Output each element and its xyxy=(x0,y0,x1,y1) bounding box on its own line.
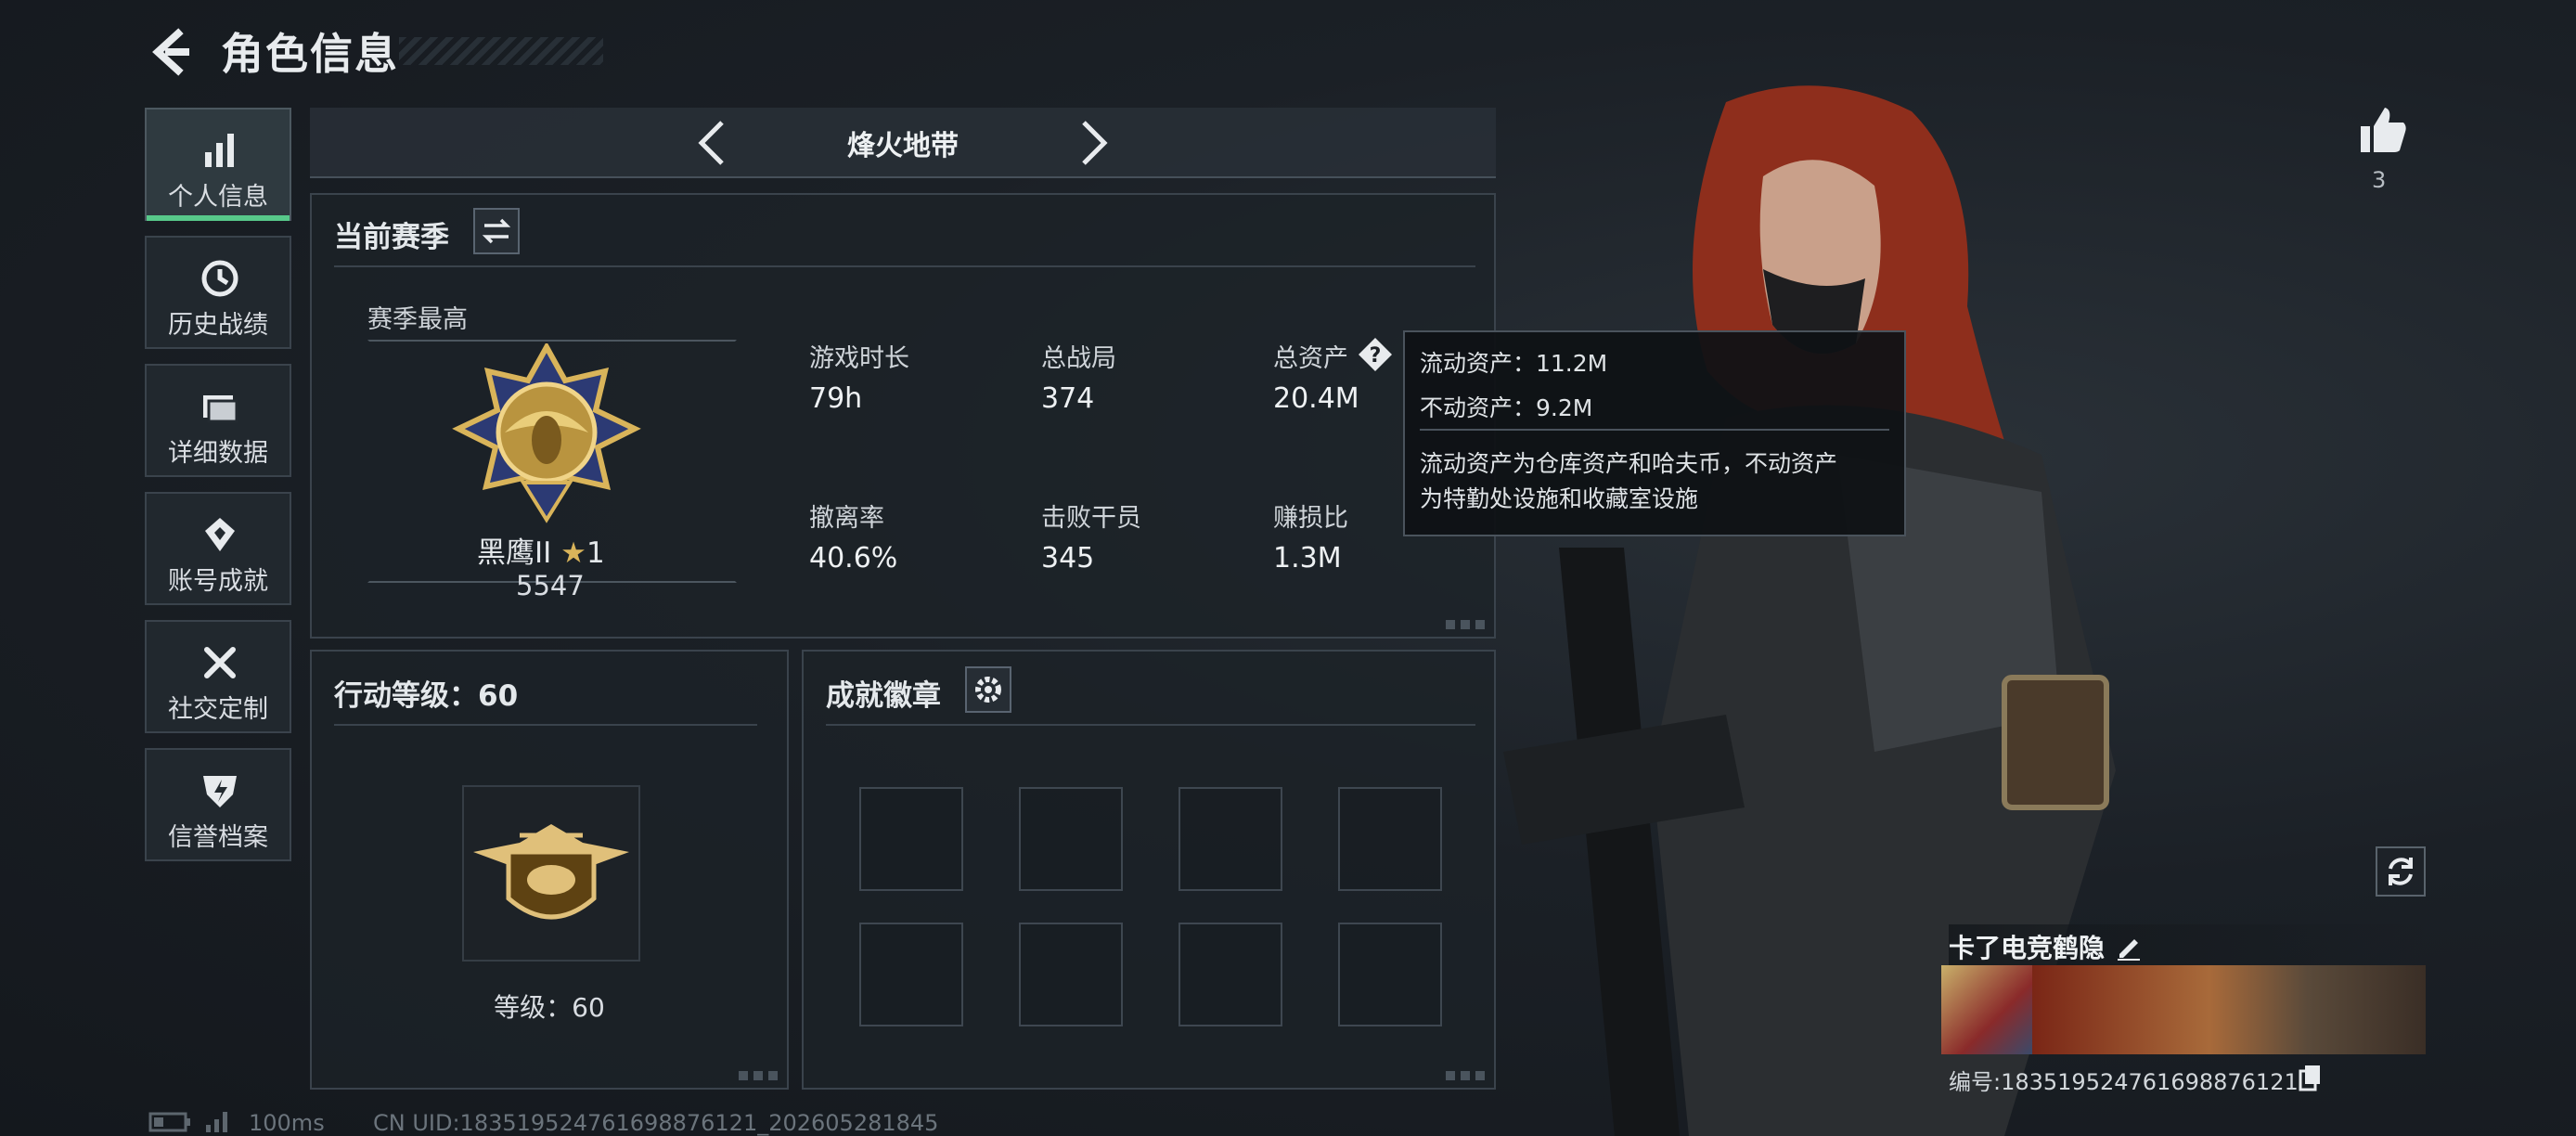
divider xyxy=(826,724,1475,726)
uid-text: CN UID:18351952476169887612​1_2026052818… xyxy=(373,1110,939,1136)
player-avatar[interactable] xyxy=(1941,965,2032,1054)
assets-tooltip: 流动资产：11.2M 不动资产：9.2M 流动资产为仓库资产和哈夫币，不动资产 … xyxy=(1403,330,1906,536)
folder-icon xyxy=(203,395,238,423)
like-count: 3 xyxy=(2372,167,2387,193)
sidebar-item-social[interactable]: 社交定制 xyxy=(145,620,291,733)
action-level-title: 行动等级：60 xyxy=(334,679,519,713)
tooltip-desc-2: 为特勤处设施和收藏室设施 xyxy=(1420,485,1699,512)
achievement-icon xyxy=(205,518,235,551)
badges-settings-button[interactable] xyxy=(965,666,1011,713)
stat-profit-label: 赚损比 xyxy=(1273,504,1348,533)
stat-playtime-value: 79h xyxy=(809,382,863,415)
star-icon: ★ xyxy=(560,536,586,570)
chevron-right-icon[interactable] xyxy=(1076,119,1114,167)
credit-shield-icon xyxy=(203,776,237,807)
badge-slot[interactable] xyxy=(1019,923,1123,1026)
mode-label: 烽火地带 xyxy=(847,130,959,162)
refresh-icon xyxy=(2389,858,2413,885)
tooltip-desc-1: 流动资产为仓库资产和哈夫币，不动资产 xyxy=(1420,450,1838,477)
stat-playtime-label: 游戏时长 xyxy=(809,344,909,373)
season-best-label: 赛季最高 xyxy=(367,305,468,334)
rank-name-text: 黑鹰II xyxy=(477,536,552,570)
svg-text:?: ? xyxy=(1370,344,1382,368)
divider xyxy=(334,265,1475,267)
stat-profit-value: 1.3M xyxy=(1273,542,1342,574)
sidebar-item-history[interactable]: 历史战绩 xyxy=(145,236,291,349)
badge-slot[interactable] xyxy=(1338,787,1442,891)
sidebar-item-details[interactable]: 详细数据 xyxy=(145,364,291,477)
rank-name: 黑鹰II ★1 xyxy=(477,529,605,571)
mode-selector: 烽火地带 xyxy=(310,108,1496,178)
player-banner xyxy=(2032,965,2426,1054)
sidebar-item-personal-info[interactable]: 个人信息 xyxy=(145,108,291,221)
back-arrow-icon[interactable] xyxy=(147,28,195,76)
rank-score: 5547 xyxy=(516,570,585,601)
stat-extract-label: 撤离率 xyxy=(809,504,884,533)
action-level-panel: 行动等级：60 等级：60 xyxy=(310,650,789,1090)
page-title: 角色信息 xyxy=(221,29,399,79)
sidebar-item-label: 个人信息 xyxy=(168,183,268,212)
title-decoration xyxy=(399,37,603,65)
divider xyxy=(334,724,757,726)
sidebar-item-label: 账号成就 xyxy=(168,567,268,596)
player-name-bar: 卡了电竞鹤隐 xyxy=(1949,924,2431,967)
thumbs-up-icon[interactable] xyxy=(2357,104,2409,156)
player-id: 编号:1835195247616988761​21 xyxy=(1949,1069,2299,1095)
tooltip-fixed: 不动资产：9.2M xyxy=(1420,394,1593,421)
sidebar-item-credit[interactable]: 信誉档案 xyxy=(145,748,291,861)
level-label: 等级：60 xyxy=(494,992,605,1023)
sidebar-item-label: 详细数据 xyxy=(168,439,268,468)
divider xyxy=(1420,429,1889,431)
badge-slot[interactable] xyxy=(1179,923,1282,1026)
stat-extract-value: 40.6% xyxy=(809,542,898,574)
swap-icon xyxy=(482,218,511,244)
badge-slot[interactable] xyxy=(859,923,963,1026)
gear-icon xyxy=(975,677,1001,703)
sidebar-item-label: 信誉档案 xyxy=(168,823,268,852)
season-switch-button[interactable] xyxy=(473,208,520,254)
help-icon[interactable]: ? xyxy=(1357,336,1394,373)
badge-slot[interactable] xyxy=(1179,787,1282,891)
stat-assets-label: 总资产 xyxy=(1273,344,1348,373)
stat-kills-label: 击败干员 xyxy=(1041,504,1141,533)
badge-slot[interactable] xyxy=(1338,923,1442,1026)
rank-medal-icon xyxy=(452,343,641,523)
refresh-button[interactable] xyxy=(2376,846,2426,897)
stat-kills-value: 345 xyxy=(1041,542,1095,574)
battery-icon xyxy=(148,1112,190,1132)
signal-icon xyxy=(206,1112,227,1132)
stat-matches-label: 总战局 xyxy=(1041,344,1116,373)
copy-icon[interactable] xyxy=(2298,1064,2324,1091)
player-name: 卡了电竞鹤隐 xyxy=(1949,933,2106,963)
season-panel: 当前赛季 赛季最高 黑鹰II ★1 5547 游戏时长 79h 总战局 374 … xyxy=(310,193,1496,639)
badge-slot[interactable] xyxy=(859,787,963,891)
sidebar-item-label: 历史战绩 xyxy=(168,311,268,340)
ping-text: 100ms xyxy=(249,1110,325,1136)
history-icon xyxy=(201,260,238,297)
badges-panel: 成就徽章 xyxy=(802,650,1496,1090)
stat-matches-value: 374 xyxy=(1041,382,1095,415)
sidebar-item-achievements[interactable]: 账号成就 xyxy=(145,492,291,605)
edit-pencil-icon[interactable] xyxy=(2114,932,2144,962)
rank-stars: 1 xyxy=(586,536,605,570)
tooltip-liquid: 流动资产：11.2M xyxy=(1420,350,1608,377)
level-emblem-icon xyxy=(473,824,629,920)
season-title: 当前赛季 xyxy=(334,221,449,254)
sidebar-item-label: 社交定制 xyxy=(168,695,268,724)
stat-assets-value: 20.4M xyxy=(1273,382,1359,415)
level-emblem-frame xyxy=(462,785,640,962)
badges-title: 成就徽章 xyxy=(826,679,941,713)
badge-slot[interactable] xyxy=(1019,787,1123,891)
bar-chart-icon xyxy=(205,134,234,167)
tools-icon xyxy=(204,647,236,678)
